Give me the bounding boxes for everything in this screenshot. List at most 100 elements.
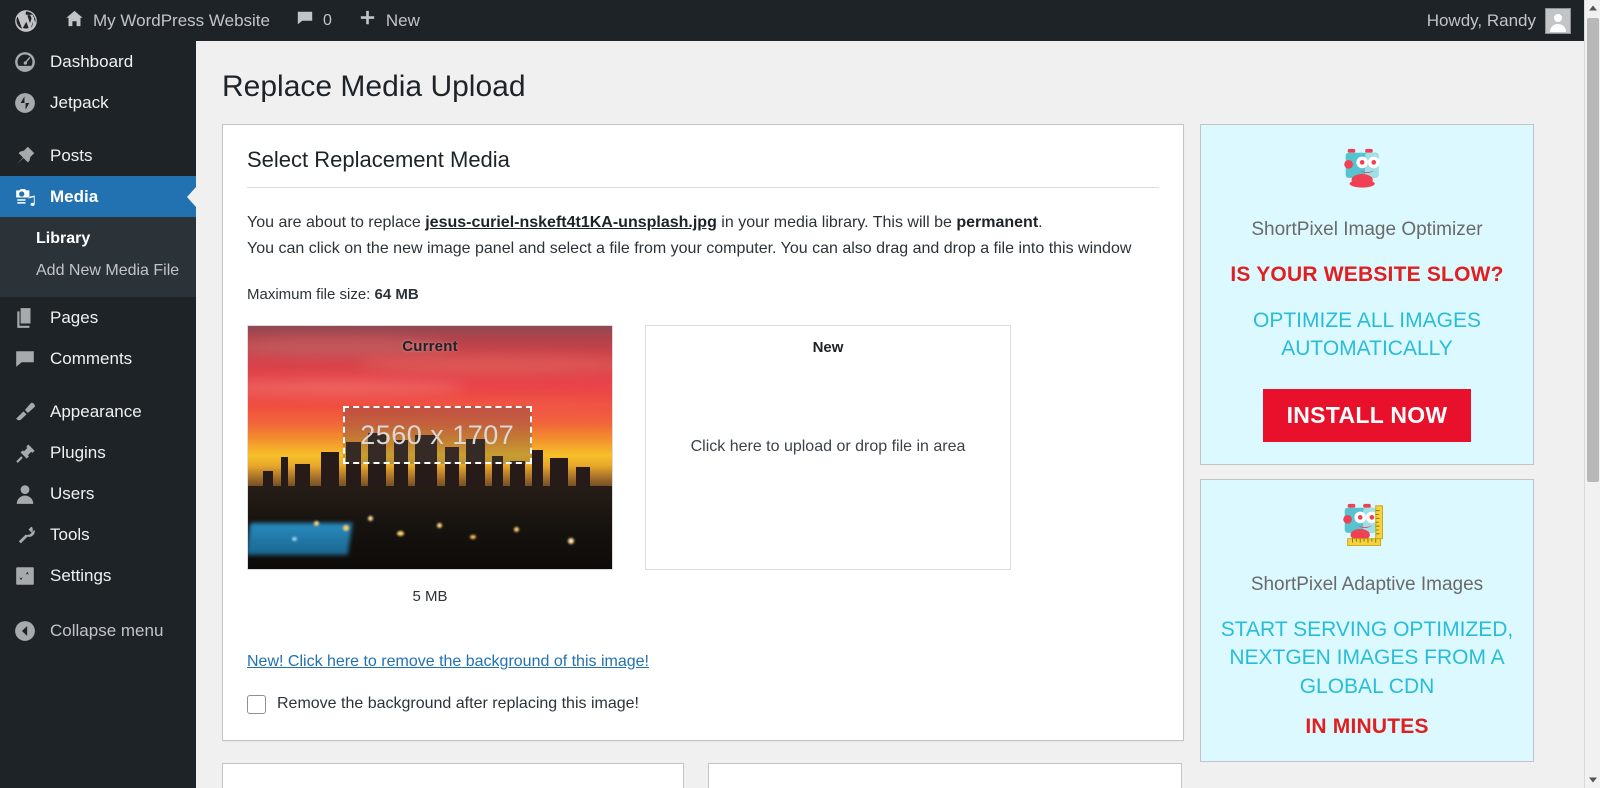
paintbrush-icon (12, 399, 38, 425)
sidebar-item-users[interactable]: Users (0, 473, 196, 514)
collapse-menu-button[interactable]: Collapse menu (0, 610, 196, 651)
sidebar-item-label: Users (50, 483, 95, 503)
sidebar-item-label: Tools (50, 524, 90, 544)
remove-background-link[interactable]: New! Click here to remove the background… (247, 653, 649, 671)
image-dimensions-overlay: 2560 x 1707 (342, 406, 532, 465)
promo-sidebar-column: ShortPixel Image Optimizer IS YOUR WEBSI… (1200, 124, 1534, 776)
my-account-menu[interactable]: Howdy, Randy (1414, 0, 1584, 41)
jetpack-icon (12, 90, 38, 116)
current-image-label: Current (402, 337, 458, 355)
sidebar-item-pages[interactable]: Pages (0, 297, 196, 338)
site-name-label: My WordPress Website (93, 10, 270, 30)
howdy-label: Howdy, Randy (1426, 10, 1536, 30)
sidebar-item-posts[interactable]: Posts (0, 135, 196, 176)
upload-dropzone[interactable]: New Click here to upload or drop file in… (645, 324, 1011, 570)
promo-headline-cyan: START SERVING OPTIMIZED, NEXTGEN IMAGES … (1220, 618, 1514, 698)
max-file-size-value: 64 MB (374, 285, 419, 303)
sidebar-item-dashboard[interactable]: Dashboard (0, 41, 196, 82)
promo-product-name: ShortPixel Image Optimizer (1251, 219, 1483, 240)
media-camera-music-icon (12, 184, 38, 210)
main-content-area: Replace Media Upload Select Replacement … (196, 41, 1584, 788)
plus-icon (358, 9, 377, 33)
new-media-column: New Click here to upload or drop file in… (645, 324, 1011, 605)
panel-description: You are about to replace jesus-curiel-ns… (247, 210, 1159, 262)
select-replacement-media-panel: Select Replacement Media You are about t… (222, 124, 1184, 741)
permanent-emphasis: permanent (956, 214, 1039, 231)
intro-suffix: . (1038, 214, 1043, 231)
pages-icon (12, 305, 38, 331)
sidebar-item-jetpack[interactable]: Jetpack (0, 82, 196, 123)
sidebar-item-label: Appearance (50, 401, 142, 421)
site-name-menu[interactable]: My WordPress Website (52, 0, 283, 41)
avatar-icon (1545, 7, 1571, 34)
promo-product-name: ShortPixel Adaptive Images (1250, 574, 1484, 596)
remove-background-checkbox-label[interactable]: Remove the background after replacing th… (277, 695, 639, 713)
content-columns: Select Replacement Media You are about t… (196, 124, 1584, 788)
sidebar-item-label: Comments (50, 348, 133, 368)
collapse-menu-label: Collapse menu (50, 620, 164, 640)
bottom-partial-panels (222, 762, 1184, 788)
remove-background-checkbox-row: Remove the background after replacing th… (247, 694, 1159, 714)
dropzone-instruction: Click here to upload or drop file in are… (690, 438, 966, 456)
comment-bubble-icon (12, 346, 38, 372)
wordpress-logo-icon (13, 8, 39, 34)
bottom-panel-left (222, 762, 684, 788)
admin-bar: My WordPress Website 0 New Howdy, Randy (0, 0, 1584, 41)
new-content-menu[interactable]: New (345, 0, 433, 41)
sidebar-item-settings[interactable]: Settings (0, 555, 196, 596)
sidebar-item-plugins[interactable]: Plugins (0, 432, 196, 473)
install-now-button[interactable]: INSTALL NOW (1262, 389, 1472, 443)
shortpixel-robot-icon (1215, 143, 1519, 205)
sidebar-item-add-new-media-file[interactable]: Add New Media File (0, 255, 196, 287)
promo-headline-cyan: OPTIMIZE ALL IMAGES AUTOMATICALLY (1253, 309, 1481, 361)
wrench-icon (12, 522, 38, 548)
scrollbar-thumb[interactable] (1587, 18, 1599, 482)
max-file-size: Maximum file size: 64 MB (247, 286, 1159, 303)
scroll-up-arrow-icon[interactable] (1585, 0, 1600, 16)
bottom-panel-right (708, 762, 1182, 788)
scroll-down-arrow-icon[interactable] (1585, 772, 1600, 788)
pushpin-icon (12, 143, 38, 169)
current-image-thumbnail: Current 2560 x 1707 (247, 324, 613, 570)
comment-bubble-icon (296, 9, 314, 32)
shortpixel-robot-ruler-icon (1215, 498, 1519, 560)
media-submenu: Library Add New Media File (0, 217, 196, 297)
panel-title: Select Replacement Media (247, 147, 1159, 188)
promo-headline-red: IN MINUTES (1305, 714, 1429, 738)
intro-middle: in your media library. This will be (716, 214, 957, 231)
intro-prefix: You are about to replace (247, 214, 426, 231)
wordpress-logo-menu[interactable] (0, 0, 52, 41)
menu-separator (0, 379, 196, 391)
sidebar-item-comments[interactable]: Comments (0, 338, 196, 379)
panel-description-line2: You can click on the new image panel and… (247, 239, 1132, 257)
sidebar-item-appearance[interactable]: Appearance (0, 391, 196, 432)
current-filename: jesus-curiel-nskeft4t1KA-unsplash.jpg (425, 214, 717, 231)
sidebar-item-label: Jetpack (50, 92, 109, 112)
sidebar-item-tools[interactable]: Tools (0, 514, 196, 555)
current-file-size: 5 MB (412, 587, 448, 605)
page-title: Replace Media Upload (222, 70, 526, 103)
dashboard-gauge-icon (12, 49, 38, 75)
plug-icon (12, 440, 38, 466)
sidebar-item-label: Pages (50, 307, 99, 327)
sidebar-item-label: Settings (50, 565, 112, 585)
sidebar-item-label: Plugins (50, 442, 106, 462)
sidebar-item-library[interactable]: Library (0, 223, 196, 255)
promo-shortpixel-image-optimizer: ShortPixel Image Optimizer IS YOUR WEBSI… (1200, 124, 1534, 466)
home-icon (65, 9, 84, 33)
new-image-label: New (812, 338, 844, 356)
settings-sliders-icon (12, 563, 38, 589)
comments-menu[interactable]: 0 (283, 0, 345, 41)
new-label: New (385, 10, 420, 30)
media-comparison-row: Current 2560 x 1707 5 MB New Click here … (247, 324, 1159, 605)
current-media-column: Current 2560 x 1707 5 MB (247, 324, 613, 605)
page-scrollbar[interactable] (1584, 0, 1600, 788)
sidebar-item-label: Dashboard (50, 51, 134, 71)
promo-shortpixel-adaptive-images: ShortPixel Adaptive Images START SERVING… (1200, 479, 1534, 762)
remove-background-checkbox[interactable] (247, 694, 266, 714)
sidebar-item-media[interactable]: Media (0, 176, 196, 217)
primary-column: Select Replacement Media You are about t… (222, 124, 1184, 788)
sidebar-item-label: Posts (50, 145, 93, 165)
max-file-size-label: Maximum file size: (247, 285, 375, 303)
user-icon (12, 481, 38, 507)
